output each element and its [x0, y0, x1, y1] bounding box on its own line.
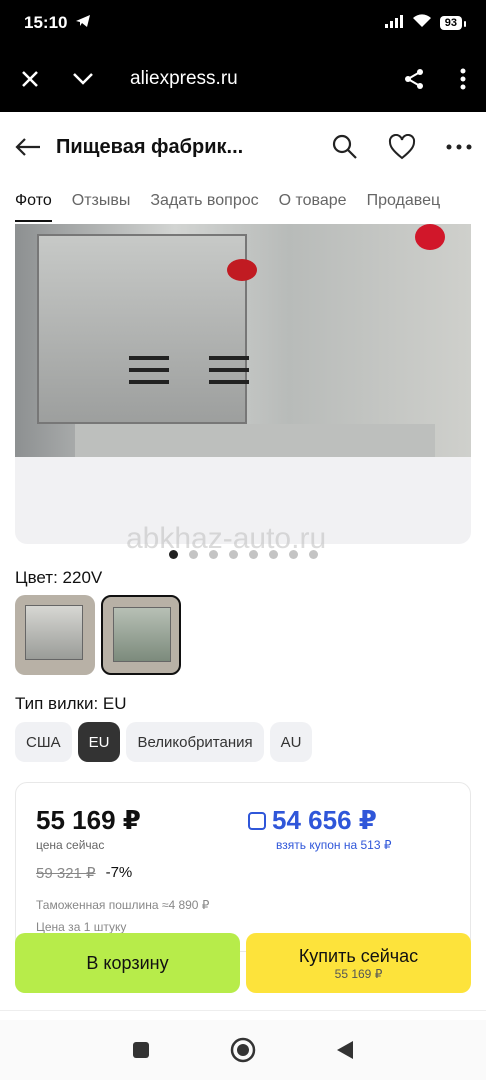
share-icon[interactable] — [402, 67, 426, 91]
coupon-price: 54 656 ₽ — [272, 805, 377, 835]
buy-now-label: Купить сейчас — [298, 945, 419, 966]
more-vertical-icon[interactable] — [460, 68, 466, 90]
product-tabs: Фото Отзывы Задать вопрос О товаре Прода… — [0, 182, 486, 222]
back-arrow-icon[interactable] — [14, 137, 42, 157]
machine-body — [37, 234, 249, 424]
browser-url[interactable]: aliexpress.ru — [130, 68, 238, 90]
browser-bar: aliexpress.ru — [0, 46, 486, 112]
emergency-button-graphic — [415, 224, 445, 250]
heart-icon[interactable] — [388, 134, 416, 160]
signal-icon — [384, 14, 404, 33]
status-time: 15:10 — [24, 13, 68, 32]
action-bar: В корзину Купить сейчас 55 169 ₽ — [15, 933, 471, 993]
price-card: 55 169 ₽ цена сейчас 59 321 ₽ -7% 54 656… — [15, 782, 471, 952]
pagination-dot[interactable] — [228, 550, 238, 559]
emergency-button-graphic — [227, 259, 257, 281]
product-photo[interactable] — [15, 224, 471, 457]
tab-photo[interactable]: Фото — [15, 182, 52, 222]
plug-option-eu[interactable]: EU — [77, 722, 121, 762]
old-price: 59 321 ₽ — [36, 865, 96, 882]
color-options — [15, 595, 181, 675]
plug-option-usa[interactable]: США — [15, 722, 72, 762]
color-option-thumb[interactable] — [15, 595, 95, 675]
color-label: Цвет: 220V — [15, 568, 103, 587]
tab-reviews[interactable]: Отзывы — [72, 182, 131, 222]
customs-duty: Таможенная пошлина ≈4 890 ₽ — [36, 898, 210, 912]
product-gallery[interactable] — [15, 224, 471, 544]
telegram-icon — [75, 14, 91, 33]
back-icon[interactable] — [336, 1040, 354, 1060]
gallery-pagination — [0, 550, 486, 559]
coupon-block[interactable]: 54 656 ₽ взять купон на 513 ₽ — [248, 805, 391, 852]
pagination-dot[interactable] — [168, 550, 178, 559]
pagination-dot[interactable] — [248, 550, 258, 559]
buy-now-button[interactable]: Купить сейчас 55 169 ₽ — [246, 933, 471, 993]
app-header: Пищевая фабрик... — [0, 112, 486, 182]
discount-badge: -7% — [105, 864, 133, 881]
price-per-unit: Цена за 1 штуку — [36, 920, 127, 934]
pagination-dot[interactable] — [208, 550, 218, 559]
add-to-cart-button[interactable]: В корзину — [15, 933, 240, 993]
plug-option-au[interactable]: AU — [269, 722, 313, 762]
status-bar: 15:10 93 — [0, 0, 486, 46]
pagination-dot[interactable] — [288, 550, 298, 559]
system-nav-bar — [0, 1020, 486, 1080]
wifi-icon — [412, 13, 432, 33]
tab-ask-question[interactable]: Задать вопрос — [150, 182, 258, 222]
recents-icon[interactable] — [132, 1041, 150, 1059]
color-option-thumb-selected[interactable] — [101, 595, 181, 675]
search-icon[interactable] — [332, 134, 358, 160]
more-horizontal-icon[interactable] — [446, 144, 472, 150]
coupon-checkbox[interactable] — [248, 811, 266, 830]
page-title: Пищевая фабрик... — [56, 135, 244, 158]
pagination-dot[interactable] — [268, 550, 278, 559]
tab-seller[interactable]: Продавец — [367, 182, 441, 222]
machine-base — [75, 424, 435, 457]
buy-now-price: 55 169 ₽ — [334, 966, 383, 981]
plug-option-uk[interactable]: Великобритания — [126, 722, 264, 762]
battery-indicator: 93 — [439, 16, 467, 30]
plug-type-label: Тип вилки: EU — [15, 694, 127, 713]
close-icon[interactable] — [20, 69, 40, 89]
bottom-tab-strip — [0, 1010, 486, 1020]
chevron-down-icon[interactable] — [72, 72, 94, 86]
pagination-dot[interactable] — [308, 550, 318, 559]
coupon-caption[interactable]: взять купон на 513 ₽ — [276, 838, 391, 852]
tab-about[interactable]: О товаре — [279, 182, 347, 222]
home-icon[interactable] — [230, 1037, 256, 1063]
pagination-dot[interactable] — [188, 550, 198, 559]
plug-options: США EU Великобритания AU — [15, 722, 313, 762]
